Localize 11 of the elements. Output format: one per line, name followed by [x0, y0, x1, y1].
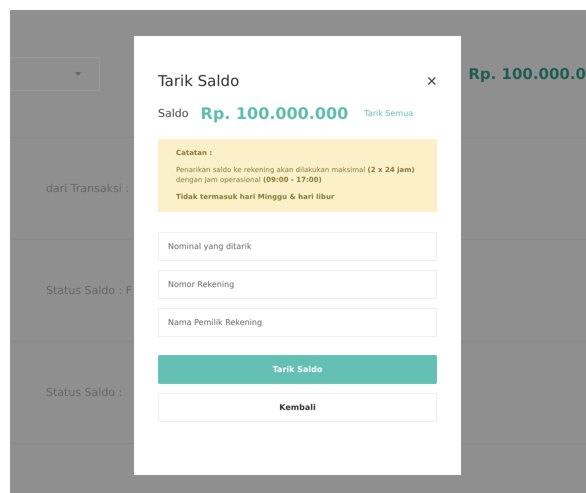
balance-amount: Rp. 100.000.000: [200, 104, 348, 123]
input-field[interactable]: Nomor Rekening: [158, 270, 437, 299]
close-button[interactable]: ×: [426, 72, 437, 90]
dropdown[interactable]: [10, 56, 100, 90]
balance-amount: Rp. 100.000.0: [468, 64, 586, 82]
input-field[interactable]: Nama Pemilik Rekening: [158, 308, 437, 337]
caret-icon: [75, 72, 81, 76]
input-field[interactable]: Nominal yang ditarik: [158, 232, 437, 261]
modal-title: Tarik Saldo: [158, 72, 240, 90]
back-button[interactable]: Kembali: [158, 392, 437, 422]
balance-label: Saldo: [158, 107, 188, 120]
